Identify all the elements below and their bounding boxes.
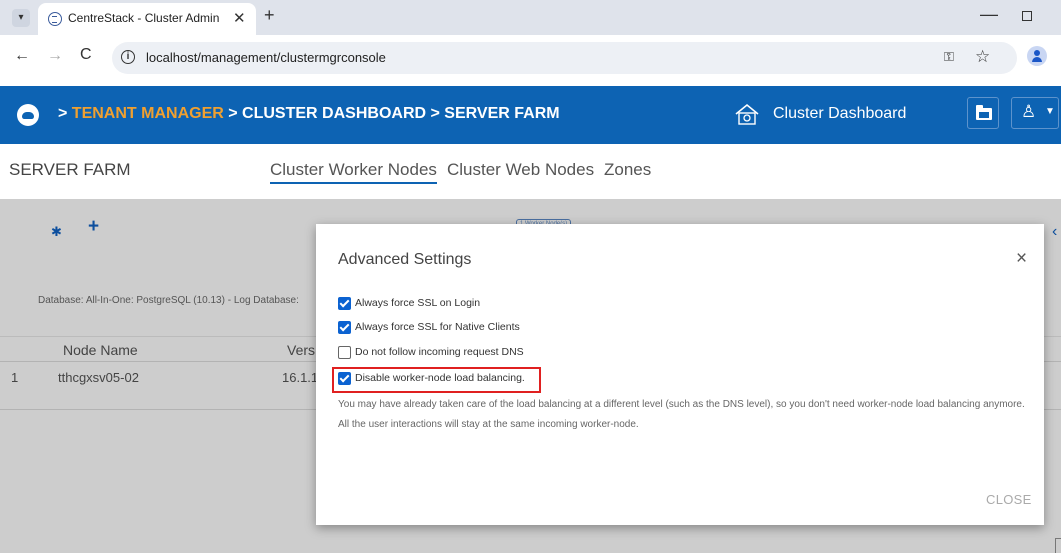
user-icon: ♙ [1021, 102, 1037, 121]
delete-trash-icon[interactable] [1055, 538, 1061, 553]
back-button[interactable]: ← [14, 47, 30, 65]
window-maximize-button[interactable] [1022, 11, 1032, 21]
breadcrumb: > TENANT MANAGER > CLUSTER DASHBOARD > S… [58, 105, 560, 123]
load-balancing-description: You may have already taken care of the l… [338, 399, 1025, 430]
tab-title: CentreStack - Cluster Admin (jn [68, 11, 223, 25]
browser-profile-icon[interactable] [1027, 46, 1047, 66]
tab-close-icon[interactable]: ✕ [233, 9, 246, 27]
cluster-dashboard-link[interactable]: Cluster Dashboard [773, 105, 906, 123]
highlight-box [332, 367, 541, 393]
user-menu-button[interactable]: ♙ ▼ [1011, 97, 1059, 129]
checkbox-checked-icon[interactable] [338, 297, 351, 310]
checkbox-unchecked-icon[interactable] [338, 346, 351, 359]
collapse-chevron-icon[interactable]: ‹ [1052, 223, 1057, 241]
browser-tab[interactable]: CentreStack - Cluster Admin (jn ✕ [38, 3, 256, 35]
gear-icon[interactable]: ✱ [51, 224, 62, 240]
row-index: 1 [11, 370, 19, 385]
column-version[interactable]: Vers [287, 342, 315, 358]
cluster-house-icon[interactable] [733, 102, 761, 126]
close-button[interactable]: CLOSE [986, 492, 1032, 507]
password-key-icon[interactable]: ⚿ [944, 49, 954, 65]
column-node-name[interactable]: Node Name [63, 342, 138, 358]
breadcrumb-separator: > [58, 105, 68, 122]
page-title: SERVER FARM [9, 160, 131, 179]
checkbox-checked-icon[interactable] [338, 321, 351, 334]
tab-search-chevron-icon[interactable]: ▾ [12, 9, 30, 27]
add-node-icon[interactable]: + [88, 216, 99, 238]
row-version: 16.1.1 [282, 370, 319, 385]
option-label: Always force SSL for Native Clients [355, 321, 520, 333]
option-label: Do not follow incoming request DNS [355, 346, 524, 358]
url-text[interactable]: localhost/management/clustermgrconsole [146, 50, 386, 65]
browser-toolbar: ← → C i localhost/management/clustermgrc… [0, 35, 1061, 80]
bookmark-star-icon[interactable]: ☆ [975, 47, 990, 67]
window-minimize-button[interactable]: — [980, 4, 998, 25]
app-header: > TENANT MANAGER > CLUSTER DASHBOARD > S… [0, 86, 1061, 144]
advanced-settings-dialog: Advanced Settings × Always force SSL on … [316, 224, 1044, 525]
dialog-title: Advanced Settings [338, 251, 472, 268]
subnav: SERVER FARM Cluster Worker Nodes Cluster… [0, 144, 1061, 199]
site-info-icon[interactable]: i [121, 50, 135, 64]
reload-button[interactable]: C [80, 46, 92, 64]
close-icon[interactable]: × [1016, 248, 1027, 270]
breadcrumb-server-farm: SERVER FARM [444, 105, 560, 122]
row-node-name: tthcgxsv05-02 [58, 370, 139, 385]
browser-tab-strip: ▾ CentreStack - Cluster Admin (jn ✕ + — [0, 0, 1061, 35]
caret-down-icon: ▼ [1045, 106, 1055, 117]
breadcrumb-tenant-manager[interactable]: TENANT MANAGER [72, 105, 224, 122]
tab-zones[interactable]: Zones [604, 160, 651, 180]
breadcrumb-cluster-dashboard[interactable]: CLUSTER DASHBOARD [242, 105, 426, 122]
new-tab-button[interactable]: + [264, 5, 275, 26]
breadcrumb-separator: > [430, 105, 440, 122]
forward-button[interactable]: → [47, 47, 63, 65]
cloud-logo-icon[interactable] [17, 104, 39, 126]
address-bar[interactable]: i localhost/management/clustermgrconsole… [112, 42, 1017, 74]
folder-icon [976, 105, 992, 120]
tab-cluster-worker-nodes[interactable]: Cluster Worker Nodes [270, 160, 437, 184]
breadcrumb-separator: > [228, 105, 238, 122]
option-label: Always force SSL on Login [355, 297, 481, 309]
tab-cluster-web-nodes[interactable]: Cluster Web Nodes [447, 160, 594, 180]
database-info: Database: All-In-One: PostgreSQL (10.13)… [38, 295, 299, 306]
centrestack-favicon-icon [48, 12, 62, 26]
folder-button[interactable] [967, 97, 999, 129]
